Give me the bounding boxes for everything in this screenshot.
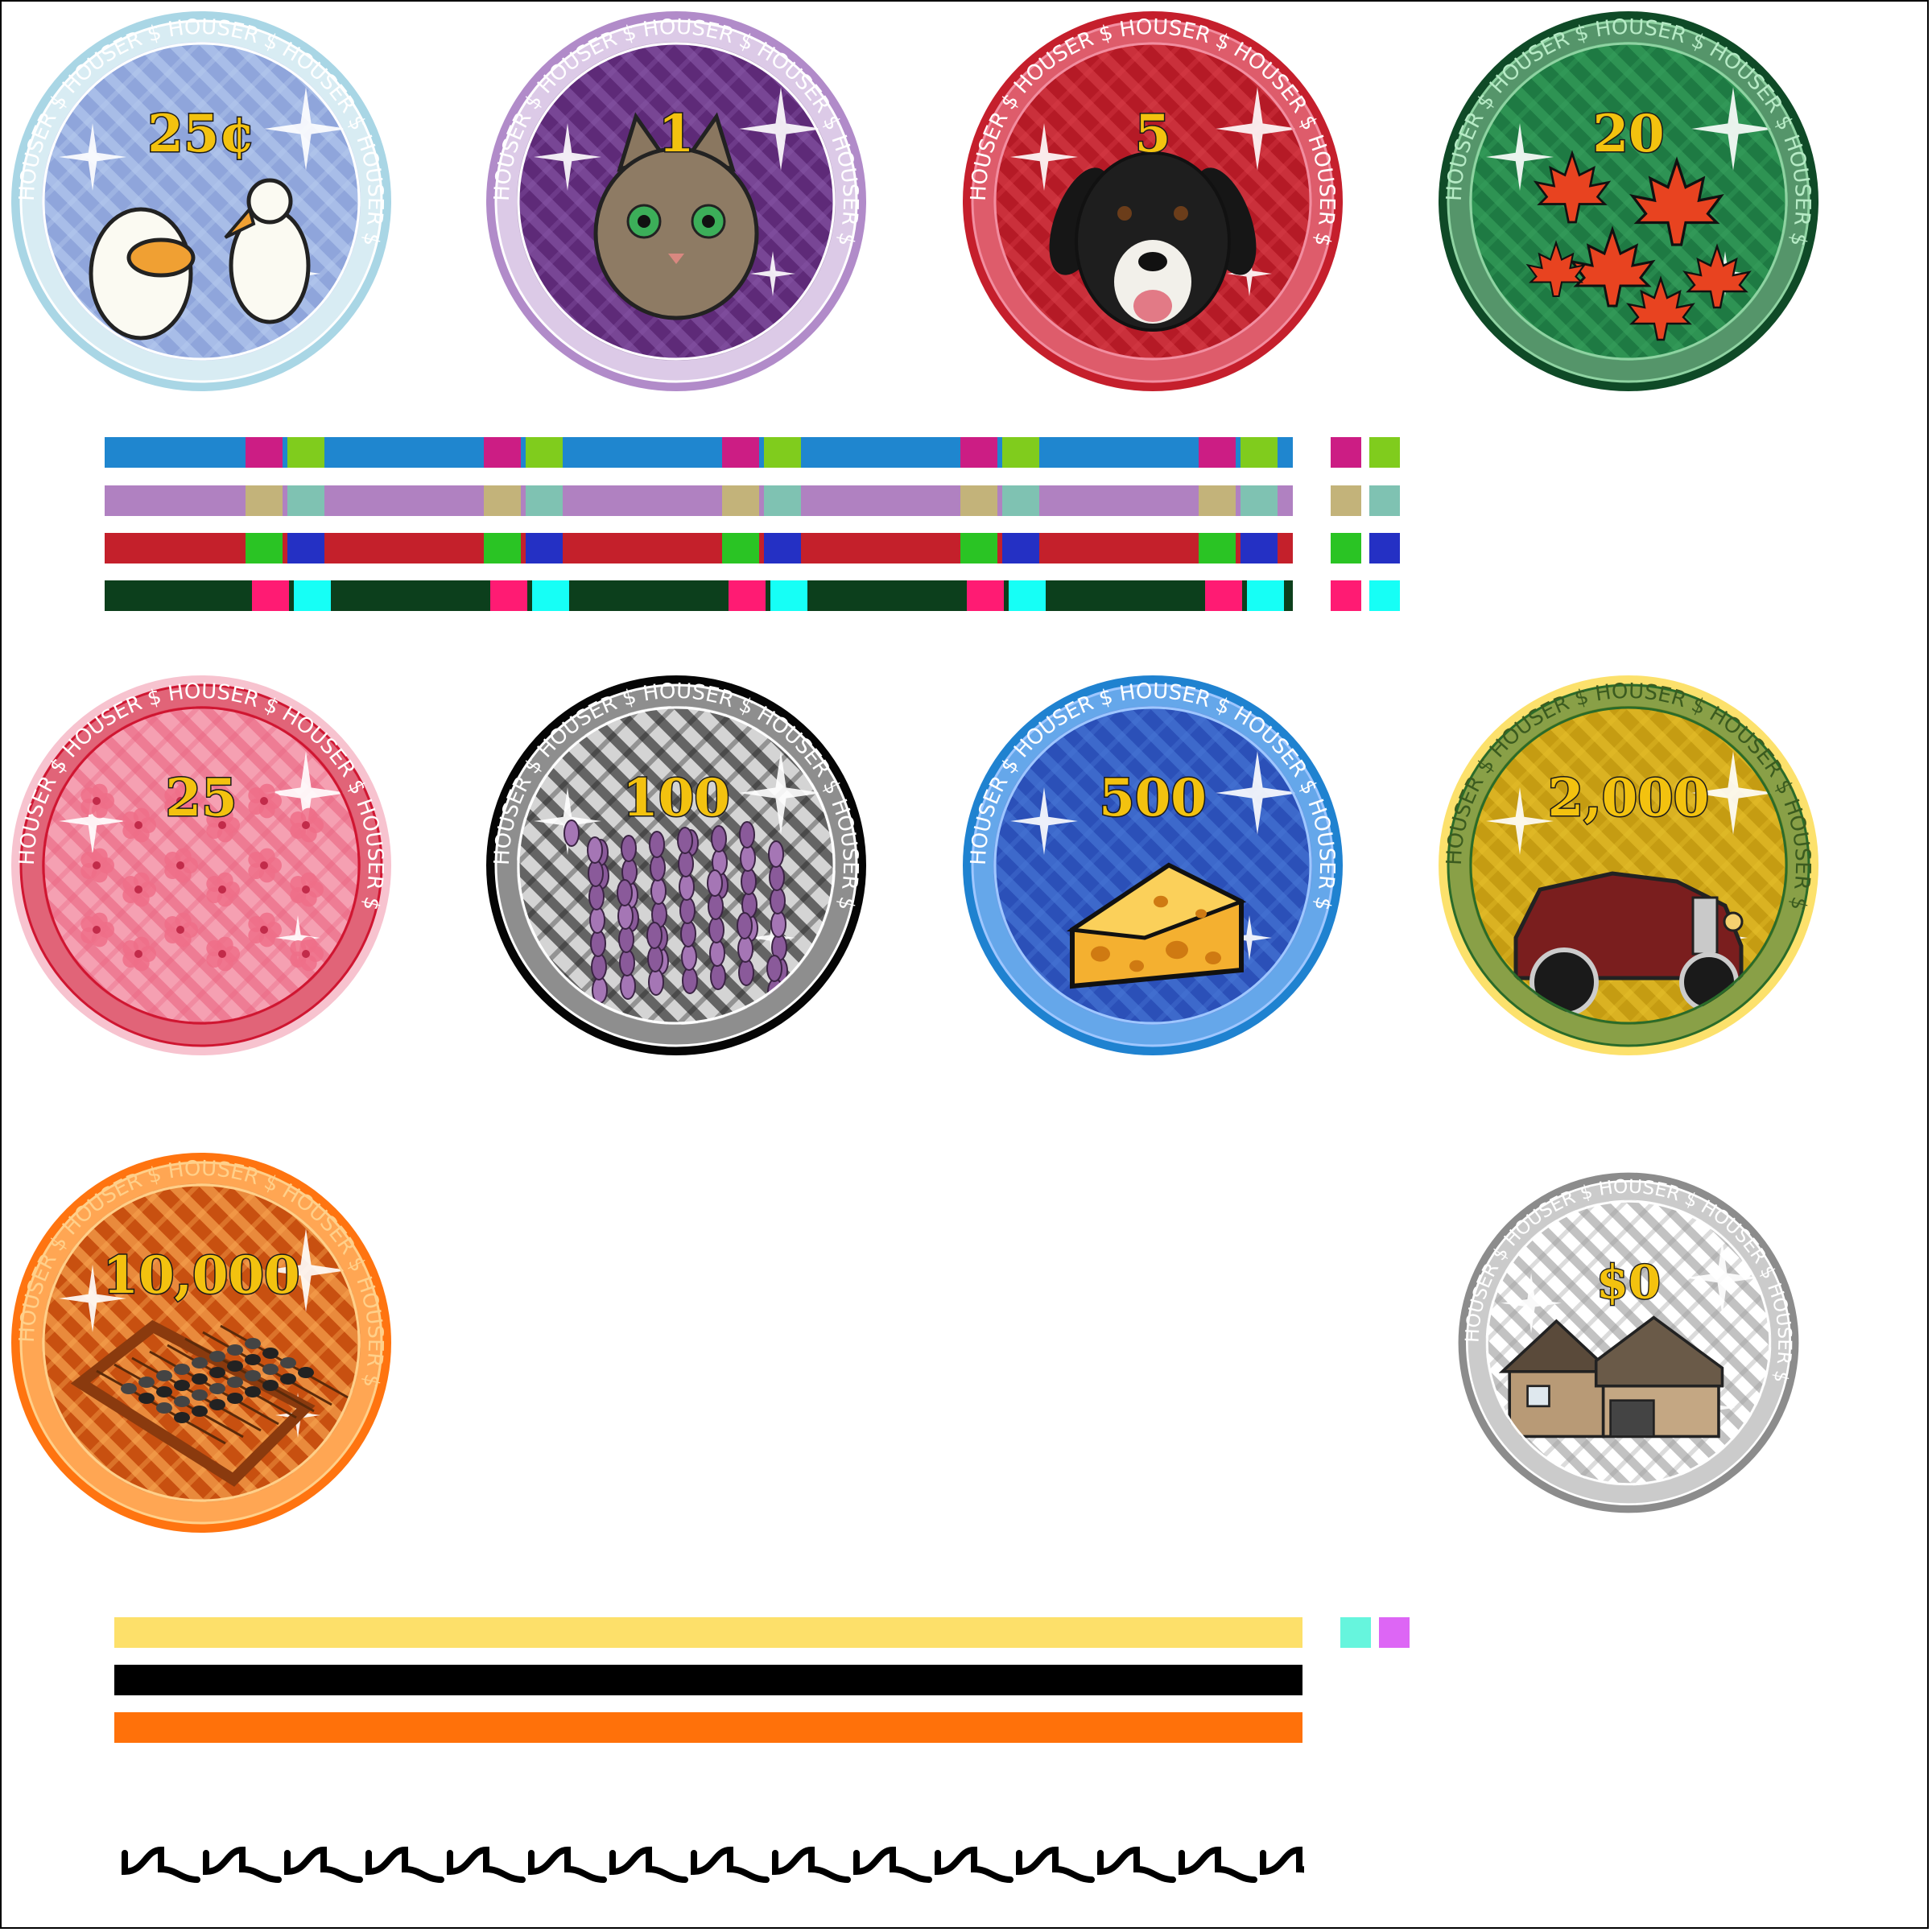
stripe-accent	[770, 580, 807, 611]
chip-20: HOUSER $ HOUSER $ HOUSER $ HOUSER $ HOUS…	[1435, 8, 1822, 394]
stripe-accent	[1241, 533, 1278, 564]
wave-glyph	[772, 1846, 851, 1883]
wave-glyph	[1097, 1846, 1176, 1883]
chip-5: HOUSER $ HOUSER $ HOUSER $ HOUSER $ HOUS…	[960, 8, 1346, 394]
stripe-accent	[287, 533, 324, 564]
stripe-accent	[246, 485, 283, 516]
stripe-accent	[246, 437, 283, 468]
stripe-accent	[1241, 437, 1278, 468]
edge-stripe-3	[105, 533, 1293, 564]
denomination-label: 2,000	[1548, 768, 1709, 828]
stripe-accent	[1241, 485, 1278, 516]
stripe-accent	[287, 437, 324, 468]
solid-stripe-yellow	[114, 1617, 1302, 1648]
stripe-swatch-2-1	[1331, 485, 1361, 516]
wave-glyph	[447, 1846, 526, 1883]
chip-25-cents: HOUSER $ HOUSER $ HOUSER $ HOUSER $ HOUS…	[8, 8, 394, 394]
stripe-accent	[960, 437, 997, 468]
wave-glyph	[284, 1846, 363, 1883]
wave-glyph	[609, 1846, 688, 1883]
stripe-accent	[960, 485, 997, 516]
stripe-swatch-1-1	[1331, 437, 1361, 468]
denomination-label: 20	[1592, 104, 1664, 164]
stripe-accent	[1205, 580, 1242, 611]
stripe-accent	[764, 533, 801, 564]
denomination-label: 25¢	[147, 104, 255, 164]
stripe-swatch-4-1	[1331, 580, 1361, 611]
stripe-accent	[526, 485, 563, 516]
stripe-accent	[960, 533, 997, 564]
wave-pattern-strip	[122, 1846, 1304, 1883]
stripe-swatch-3-2	[1369, 533, 1400, 564]
denomination-label: $0	[1596, 1254, 1661, 1309]
swatch-violet	[1379, 1617, 1410, 1648]
stripe-swatch-3-1	[1331, 533, 1361, 564]
stripe-accent	[246, 533, 283, 564]
stripe-accent	[252, 580, 289, 611]
stripe-accent	[1199, 485, 1236, 516]
stripe-accent	[484, 485, 521, 516]
wave-glyph	[1016, 1846, 1095, 1883]
stripe-accent	[967, 580, 1004, 611]
stripe-accent	[764, 437, 801, 468]
stripe-swatch-2-2	[1369, 485, 1400, 516]
chip-1: HOUSER $ HOUSER $ HOUSER $ HOUSER $ HOUS…	[483, 8, 869, 394]
wave-glyph	[691, 1846, 770, 1883]
stripe-accent	[722, 533, 759, 564]
stripe-accent	[729, 580, 766, 611]
chip-500: HOUSER $ HOUSER $ HOUSER $ HOUSER $ HOUS…	[960, 672, 1346, 1059]
wave-glyph	[528, 1846, 607, 1883]
chip-10000: HOUSER $ HOUSER $ HOUSER $ HOUSER $ HOUS…	[8, 1150, 394, 1536]
denomination-label: 10,000	[103, 1245, 300, 1306]
stripe-accent	[1002, 485, 1039, 516]
edge-stripe-1	[105, 437, 1293, 468]
stripe-accent	[1002, 437, 1039, 468]
swatch-aqua	[1340, 1617, 1371, 1648]
stripe-accent	[1199, 437, 1236, 468]
wave-glyph	[853, 1846, 932, 1883]
denomination-label: 100	[622, 768, 730, 828]
wave-glyph	[1260, 1846, 1304, 1876]
denomination-label: 1	[658, 104, 695, 164]
chip-2000: HOUSER $ HOUSER $ HOUSER $ HOUSER $ HOUS…	[1435, 672, 1822, 1059]
stripe-swatch-1-2	[1369, 437, 1400, 468]
wave-glyph	[122, 1846, 200, 1883]
edge-stripe-4	[105, 580, 1293, 611]
stripe-accent	[764, 485, 801, 516]
stripe-accent	[526, 437, 563, 468]
wave-glyph	[1179, 1846, 1257, 1883]
stripe-accent	[526, 533, 563, 564]
stripe-accent	[1247, 580, 1284, 611]
stripe-accent	[287, 485, 324, 516]
solid-stripe-orange	[114, 1712, 1302, 1743]
stripe-accent	[490, 580, 527, 611]
stripe-accent	[1199, 533, 1236, 564]
stripe-accent	[722, 437, 759, 468]
stripe-swatch-4-2	[1369, 580, 1400, 611]
denomination-label: 25	[165, 768, 237, 828]
stripe-accent	[1002, 533, 1039, 564]
solid-stripe-black	[114, 1665, 1302, 1695]
stripe-accent	[532, 580, 569, 611]
chip-0: HOUSER $ HOUSER $ HOUSER $ HOUSER $ HOUS…	[1455, 1170, 1802, 1516]
wave-glyph	[935, 1846, 1013, 1883]
wave-glyph	[203, 1846, 282, 1883]
stripe-accent	[294, 580, 331, 611]
stripe-accent	[722, 485, 759, 516]
denomination-label: 5	[1135, 104, 1171, 164]
stripe-accent	[484, 533, 521, 564]
wave-glyph	[365, 1846, 444, 1883]
edge-stripe-2	[105, 485, 1293, 516]
chip-100: HOUSER $ HOUSER $ HOUSER $ HOUSER $ HOUS…	[483, 672, 869, 1059]
stripe-accent	[484, 437, 521, 468]
denomination-label: 500	[1099, 768, 1207, 828]
stripe-accent	[1009, 580, 1046, 611]
chip-25: HOUSER $ HOUSER $ HOUSER $ HOUSER $ HOUS…	[8, 672, 394, 1059]
